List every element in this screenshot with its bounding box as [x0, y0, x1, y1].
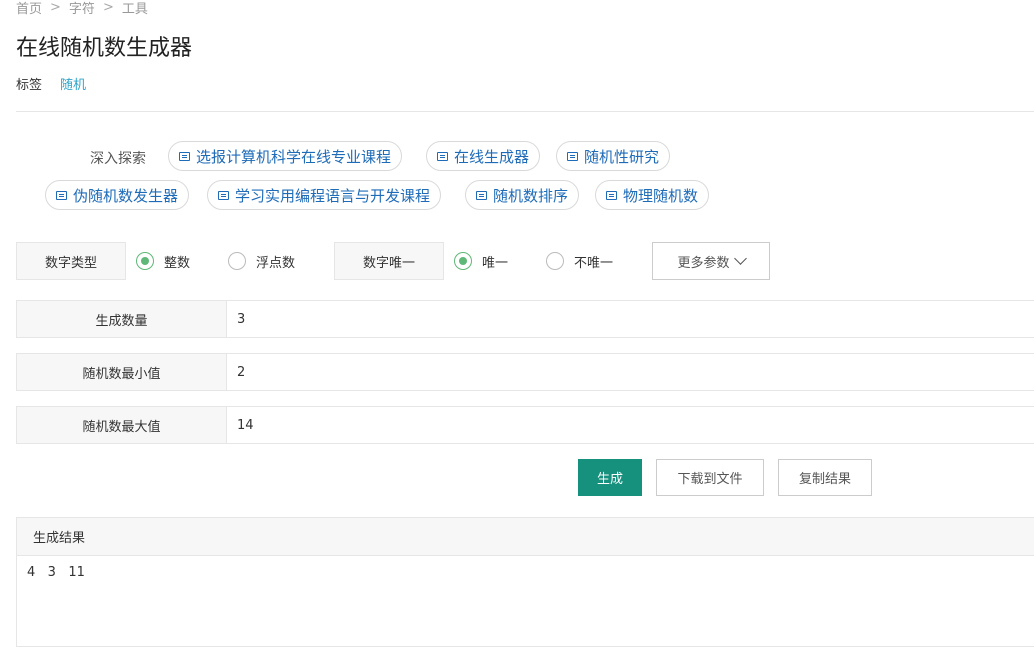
- breadcrumb-item-home[interactable]: 首页: [16, 0, 42, 17]
- radio-unchecked-icon: [228, 252, 246, 270]
- article-icon: [567, 151, 578, 161]
- chip-label: 随机数排序: [493, 186, 569, 205]
- chip-label: 学习实用编程语言与开发课程: [235, 186, 431, 205]
- article-icon: [606, 190, 617, 200]
- radio-checked-icon: [454, 252, 472, 270]
- more-params-button[interactable]: 更多参数: [652, 242, 770, 280]
- min-input[interactable]: [227, 354, 1034, 390]
- result-output[interactable]: 4 3 11: [17, 556, 1034, 589]
- explore-chip-online-generator[interactable]: 在线生成器: [426, 141, 541, 171]
- page-title: 在线随机数生成器: [16, 36, 193, 61]
- count-field-row: 生成数量: [16, 300, 1034, 338]
- chip-label: 伪随机数发生器: [73, 186, 179, 205]
- chip-label: 随机性研究: [584, 147, 660, 166]
- max-label: 随机数最大值: [17, 407, 227, 443]
- radio-checked-icon: [136, 252, 154, 270]
- breadcrumb-separator: >: [50, 0, 61, 15]
- explore-chip-cs-courses[interactable]: 选报计算机科学在线专业课程: [168, 141, 403, 171]
- tag-link-random[interactable]: 随机: [60, 74, 86, 93]
- explore-chip-prng[interactable]: 伪随机数发生器: [45, 180, 190, 210]
- article-icon: [476, 190, 487, 200]
- max-field-row: 随机数最大值: [16, 406, 1034, 444]
- count-input[interactable]: [227, 301, 1034, 337]
- result-panel: 生成结果 4 3 11: [16, 517, 1034, 647]
- radio-float[interactable]: 浮点数: [228, 250, 295, 272]
- radio-not-unique[interactable]: 不唯一: [546, 250, 613, 272]
- max-input[interactable]: [227, 407, 1034, 443]
- min-field-row: 随机数最小值: [16, 353, 1034, 391]
- radio-integer[interactable]: 整数: [136, 250, 190, 272]
- explore-label: 深入探索: [90, 151, 146, 167]
- radio-label: 不唯一: [574, 255, 614, 271]
- breadcrumb-item-chars[interactable]: 字符: [69, 0, 95, 17]
- article-icon: [218, 190, 229, 200]
- explore-chip-physical-random[interactable]: 物理随机数: [595, 180, 710, 210]
- tags-label: 标签: [16, 78, 43, 93]
- breadcrumb-item-tools[interactable]: 工具: [122, 0, 148, 17]
- explore-chip-random-sort[interactable]: 随机数排序: [465, 180, 580, 210]
- copy-result-button[interactable]: 复制结果: [778, 459, 872, 496]
- radio-label: 整数: [164, 255, 191, 271]
- article-icon: [437, 151, 448, 161]
- unique-label: 数字唯一: [334, 242, 444, 280]
- chip-label: 选报计算机科学在线专业课程: [196, 147, 392, 166]
- tags-row: 标签 随机: [16, 74, 86, 93]
- chevron-down-icon: [733, 252, 747, 265]
- more-params-label: 更多参数: [677, 255, 730, 271]
- chip-label: 物理随机数: [623, 186, 699, 205]
- count-label: 生成数量: [17, 301, 227, 337]
- number-type-label: 数字类型: [16, 242, 126, 280]
- explore-chip-programming-courses[interactable]: 学习实用编程语言与开发课程: [207, 180, 442, 210]
- radio-label: 唯一: [482, 255, 509, 271]
- radio-unchecked-icon: [546, 252, 564, 270]
- download-button[interactable]: 下载到文件: [656, 459, 764, 496]
- divider: [16, 111, 1034, 112]
- radio-label: 浮点数: [256, 255, 296, 271]
- radio-unique[interactable]: 唯一: [454, 250, 508, 272]
- generate-button[interactable]: 生成: [578, 459, 642, 496]
- result-header: 生成结果: [17, 518, 1034, 556]
- article-icon: [179, 151, 190, 161]
- min-label: 随机数最小值: [17, 354, 227, 390]
- chip-label: 在线生成器: [454, 147, 530, 166]
- article-icon: [56, 190, 67, 200]
- breadcrumb: 首页 > 字符 > 工具: [16, 0, 148, 17]
- explore-chip-randomness-research[interactable]: 随机性研究: [556, 141, 671, 171]
- breadcrumb-separator: >: [102, 0, 114, 15]
